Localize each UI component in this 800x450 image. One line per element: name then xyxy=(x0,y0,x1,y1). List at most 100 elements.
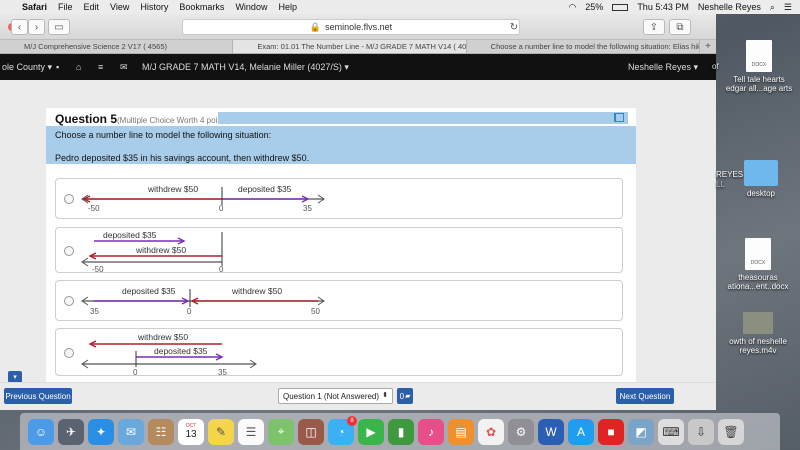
folder-icon xyxy=(744,160,778,186)
tab-science[interactable]: M/J Comprehensive Science 2 V17 ( 4565) xyxy=(0,40,234,53)
messages-icon[interactable]: ◔ 8 xyxy=(328,415,357,445)
menu-bookmarks[interactable]: Bookmarks xyxy=(179,2,224,12)
question-navigation-bar: Previous Question Question 1 (Not Answer… xyxy=(0,382,716,410)
answer-option-a[interactable]: withdrew $50 deposited $35 -50 0 35 xyxy=(55,178,623,219)
menu-help[interactable]: Help xyxy=(278,2,297,12)
tab-bar: M/J Comprehensive Science 2 V17 ( 4565) … xyxy=(0,40,716,54)
battery-percent[interactable]: 25% xyxy=(585,2,603,12)
reminders-icon[interactable]: ☰ xyxy=(238,418,264,445)
desktop-file-theasouras[interactable]: DOCX theasouras ationa...ent..docx xyxy=(718,238,798,291)
hamburger-icon[interactable]: ≡ xyxy=(98,62,103,72)
tick-label: 35 xyxy=(218,368,227,377)
desktop-file-label: owth of neshelle reyes.m4v xyxy=(729,337,787,355)
menu-file[interactable]: File xyxy=(58,2,73,12)
contacts-icon[interactable]: ☷ xyxy=(148,418,174,445)
trash-icon[interactable]: 🗑 xyxy=(718,418,744,445)
flag-icon: ▰ xyxy=(405,393,411,400)
menu-history[interactable]: History xyxy=(140,2,168,12)
menubar-user[interactable]: Neshelle Reyes xyxy=(698,2,761,12)
situation-text: Pedro deposited $35 in his savings accou… xyxy=(55,153,310,163)
nav-back-button[interactable]: ‹ xyxy=(11,19,28,35)
menu-edit[interactable]: Edit xyxy=(84,2,100,12)
site-navbar: ole County ▾ ▪ ⌂ ≡ ✉ M/J GRADE 7 MATH V1… xyxy=(0,54,716,80)
question-prompt: Choose a number line to model the follow… xyxy=(46,126,636,164)
spotlight-icon[interactable]: ⌕ xyxy=(770,2,775,13)
reload-icon[interactable]: ↻ xyxy=(508,19,520,35)
desktop-file-label: Tell tale hearts edgar all...age arts xyxy=(725,75,793,93)
wifi-icon[interactable]: ◠ xyxy=(568,2,576,13)
label-deposited: deposited $35 xyxy=(238,184,292,194)
mail-icon[interactable]: ✉ xyxy=(118,418,144,445)
ibooks-icon[interactable]: ▤ xyxy=(448,418,474,445)
photos-icon[interactable]: ✿ xyxy=(478,418,504,445)
previous-question-button[interactable]: Previous Question xyxy=(4,388,72,404)
word-icon[interactable]: W xyxy=(538,418,564,445)
docx-icon: DOCX xyxy=(745,238,771,270)
battery-icon[interactable] xyxy=(612,3,629,11)
tick-label: 0 xyxy=(219,265,224,274)
question-select[interactable]: Question 1 (Not Answered) ⬍ xyxy=(278,388,393,404)
tick-label: 0 xyxy=(133,368,138,377)
downloads-stack-icon[interactable]: ⇩ xyxy=(688,418,714,445)
new-tab-button[interactable]: + xyxy=(700,40,716,53)
answer-option-c[interactable]: deposited $35 withdrew $50 35 0 50 xyxy=(55,280,623,321)
tick-label: -50 xyxy=(92,265,104,274)
home-icon[interactable]: ⌂ xyxy=(76,62,81,72)
nav-forward-button[interactable]: › xyxy=(28,19,45,35)
preview-icon[interactable]: ◩ xyxy=(628,418,654,445)
answer-option-b[interactable]: deposited $35 withdrew $50 -50 0 xyxy=(55,227,623,274)
envelope-icon[interactable]: ✉ xyxy=(120,62,128,73)
launchpad-icon[interactable]: ✈ xyxy=(58,418,84,445)
flag-count-badge[interactable]: 0 ▰ xyxy=(397,388,413,404)
desktop-file-video[interactable]: owth of neshelle reyes.m4v xyxy=(716,312,800,355)
menu-window[interactable]: Window xyxy=(235,2,267,12)
next-question-button[interactable]: Next Question xyxy=(616,388,674,404)
menu-view[interactable]: View xyxy=(110,2,129,12)
control-center-icon[interactable]: ☰ xyxy=(784,2,792,13)
address-bar[interactable]: 🔒 seminole.flvs.net xyxy=(182,19,520,35)
tab-exam[interactable]: Exam: 01.01 The Number Line - M/J GRADE … xyxy=(233,40,467,53)
tick-label: 0 xyxy=(219,204,224,213)
share-button[interactable]: ⇪ xyxy=(643,19,665,35)
finder-icon[interactable]: ☺ xyxy=(28,418,54,445)
roblox-icon[interactable]: ■ xyxy=(598,418,624,445)
numbers-icon[interactable]: ▮ xyxy=(388,418,414,445)
desktop-overflow-text: of xyxy=(712,62,719,71)
itunes-icon[interactable]: ♪ xyxy=(418,418,444,445)
menubar-clock[interactable]: Thu 5:43 PM xyxy=(637,2,689,12)
question-title: Question 5(Multiple Choice Worth 4 point… xyxy=(55,112,231,126)
docx-icon: DOCX xyxy=(746,40,772,72)
label-withdrew: withdrew $50 xyxy=(135,245,186,255)
safari-window: ‹ ‹ ‹ › ▭ ≡ 🔒 seminole.flvs.net ↻ ⇪ ⧉ M/… xyxy=(0,14,716,410)
book-icon[interactable]: ▪ xyxy=(56,62,59,72)
tick-label: 50 xyxy=(311,307,320,316)
flag-icon[interactable] xyxy=(614,113,624,122)
tick-label: 35 xyxy=(90,307,99,316)
keyboard-viewer-icon[interactable]: ⌨ xyxy=(658,418,684,445)
label-withdrew: withdrew $50 xyxy=(147,184,198,194)
question-card: Question 5(Multiple Choice Worth 4 point… xyxy=(46,108,636,400)
tab-overview-button[interactable]: ⧉ xyxy=(669,19,691,35)
system-preferences-icon[interactable]: ⚙ xyxy=(508,418,534,445)
number-line-c: deposited $35 withdrew $50 35 0 50 xyxy=(81,286,325,316)
photos-booth-icon[interactable]: ◫ xyxy=(298,418,324,445)
browser-toolbar: ‹ ‹ ‹ › ▭ ≡ 🔒 seminole.flvs.net ↻ ⇪ ⧉ xyxy=(0,14,716,40)
safari-icon[interactable]: ✦ xyxy=(88,418,114,445)
sidebar-toggle-button[interactable]: ▭ xyxy=(48,19,70,35)
course-menu[interactable]: M/J GRADE 7 MATH V14, Melanie Miller (40… xyxy=(142,62,349,73)
question-select-value: Question 1 (Not Answered) xyxy=(283,391,380,401)
desktop-folder[interactable]: desktop xyxy=(726,160,796,198)
desktop-folder-label: desktop xyxy=(746,189,776,198)
desktop-file-tell-tale-hearts[interactable]: DOCX Tell tale hearts edgar all...age ar… xyxy=(722,40,796,93)
facetime-icon[interactable]: ▶ xyxy=(358,418,384,445)
answer-option-d[interactable]: withdrew $50 deposited $35 0 35 xyxy=(55,328,623,377)
notes-icon[interactable]: ✎ xyxy=(208,418,234,445)
calendar-icon[interactable]: OCT 13 xyxy=(178,418,204,445)
maps-icon[interactable]: ⌖ xyxy=(268,418,294,445)
question-header: Question 5(Multiple Choice Worth 4 point… xyxy=(46,108,636,126)
app-store-icon[interactable]: A xyxy=(568,418,594,445)
user-menu[interactable]: Neshelle Reyes ▾ xyxy=(628,62,698,73)
county-menu[interactable]: ole County ▾ xyxy=(2,62,52,73)
tab-number-line-question[interactable]: Choose a number line to model the follow… xyxy=(467,40,700,53)
app-menu-safari[interactable]: Safari xyxy=(22,2,47,12)
